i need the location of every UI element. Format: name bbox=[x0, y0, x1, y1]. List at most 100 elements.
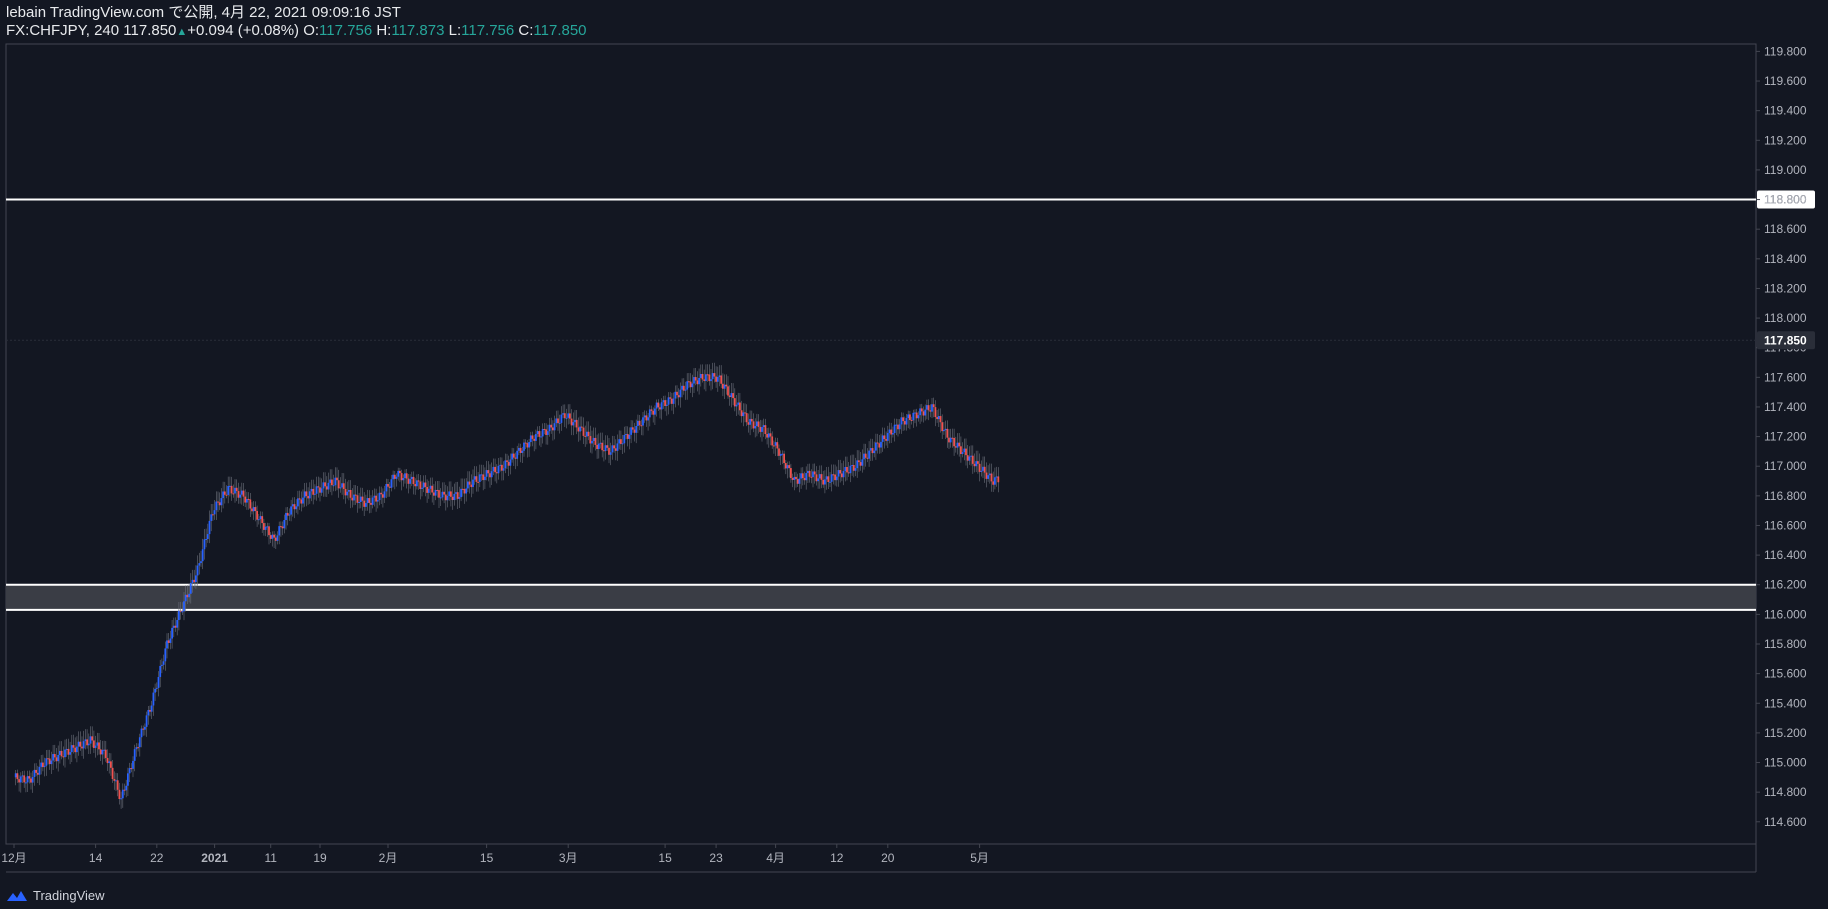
candle-body bbox=[365, 503, 367, 507]
candle-body bbox=[708, 374, 711, 382]
candle-body bbox=[319, 487, 321, 493]
candle-body bbox=[286, 512, 289, 516]
candle-body bbox=[580, 426, 583, 428]
candle-body bbox=[757, 421, 760, 427]
candle-body bbox=[516, 450, 519, 459]
time-tick-label: 14 bbox=[89, 851, 103, 865]
candle-body bbox=[477, 481, 479, 483]
candle-body bbox=[336, 477, 338, 481]
candle-body bbox=[693, 377, 695, 384]
candle-body bbox=[994, 477, 996, 485]
candle-body bbox=[536, 431, 539, 435]
candle-body bbox=[86, 739, 88, 746]
candle-body bbox=[196, 565, 199, 576]
candle-body bbox=[290, 506, 292, 515]
candle-body bbox=[461, 488, 464, 490]
candle-body bbox=[512, 453, 515, 458]
candle-body bbox=[849, 465, 852, 474]
candle-body bbox=[812, 471, 814, 478]
candle-body bbox=[569, 413, 571, 419]
candle-body bbox=[778, 448, 780, 456]
candle-body bbox=[47, 758, 49, 760]
candle-body bbox=[232, 493, 235, 495]
candle-body bbox=[94, 745, 97, 748]
candle-body bbox=[655, 402, 658, 409]
candle-body bbox=[754, 426, 757, 429]
candle-body bbox=[642, 417, 644, 426]
candle-body bbox=[589, 436, 592, 444]
candle-body bbox=[121, 789, 124, 799]
candle-body bbox=[120, 798, 122, 800]
candle-body bbox=[274, 537, 277, 541]
candle-body bbox=[822, 479, 825, 485]
candle-body bbox=[307, 496, 309, 499]
candle-body bbox=[766, 434, 768, 438]
candle-body bbox=[635, 425, 638, 433]
candle-body bbox=[509, 459, 512, 466]
candle-body bbox=[698, 377, 700, 385]
candle-body bbox=[603, 450, 605, 452]
candle-body bbox=[370, 502, 372, 505]
candle-body bbox=[132, 760, 134, 769]
candle-body bbox=[975, 461, 978, 467]
candle-body bbox=[529, 435, 532, 443]
candle-body bbox=[399, 470, 401, 474]
candle-body bbox=[174, 625, 177, 628]
candle-body bbox=[910, 419, 913, 421]
candle-body bbox=[800, 473, 802, 479]
candle-body bbox=[468, 481, 471, 485]
candle-body bbox=[348, 489, 350, 492]
candle-body bbox=[341, 483, 343, 488]
candle-body bbox=[810, 476, 813, 478]
candle-body bbox=[880, 441, 882, 448]
candle-body bbox=[677, 395, 680, 398]
time-tick-label: 23 bbox=[709, 851, 723, 865]
footer-brand[interactable]: TradingView bbox=[6, 888, 105, 903]
candle-body bbox=[21, 775, 24, 777]
candle-body bbox=[960, 446, 962, 455]
candle-body bbox=[135, 747, 138, 750]
candle-body bbox=[427, 488, 430, 493]
candle-body bbox=[767, 433, 770, 438]
candle-body bbox=[776, 442, 779, 449]
candle-body bbox=[779, 454, 782, 456]
candle-body bbox=[167, 640, 170, 643]
candle-body bbox=[320, 488, 323, 493]
candle-body bbox=[55, 757, 58, 762]
candle-body bbox=[499, 464, 502, 466]
candle-body bbox=[271, 534, 274, 539]
candle-body bbox=[506, 460, 508, 462]
time-tick-label: 12月 bbox=[1, 851, 26, 865]
candle-body bbox=[458, 497, 461, 499]
candle-body bbox=[225, 494, 228, 496]
candle-body bbox=[883, 435, 886, 440]
candle-body bbox=[937, 416, 940, 420]
candle-body bbox=[57, 754, 60, 762]
candle-body bbox=[502, 468, 505, 471]
candle-body bbox=[523, 442, 525, 451]
candle-body bbox=[652, 410, 655, 415]
price-tick-label: 118.000 bbox=[1764, 311, 1807, 325]
candle-body bbox=[941, 422, 944, 432]
candle-body bbox=[521, 450, 524, 453]
price-tick-label: 118.200 bbox=[1764, 281, 1807, 295]
candle-body bbox=[101, 749, 104, 755]
price-chart[interactable]: 118.800 114.600 114.800 115.000 115.200 115.… bbox=[0, 0, 1828, 909]
candle-body bbox=[868, 450, 870, 459]
candle-body bbox=[172, 625, 175, 628]
candle-body bbox=[368, 498, 371, 503]
candle-body bbox=[283, 519, 286, 529]
candle-body bbox=[302, 497, 304, 504]
candle-body bbox=[968, 456, 971, 461]
candle-body bbox=[863, 453, 865, 460]
candle-body bbox=[203, 539, 206, 550]
candle-body bbox=[257, 519, 260, 521]
time-tick-label: 11 bbox=[264, 851, 277, 865]
candle-body bbox=[246, 498, 248, 503]
candle-body bbox=[927, 405, 930, 411]
candle-body bbox=[818, 474, 821, 479]
candle-body bbox=[273, 534, 275, 538]
candle-body bbox=[958, 442, 961, 447]
candle-body bbox=[839, 470, 842, 474]
candle-body bbox=[191, 579, 194, 583]
